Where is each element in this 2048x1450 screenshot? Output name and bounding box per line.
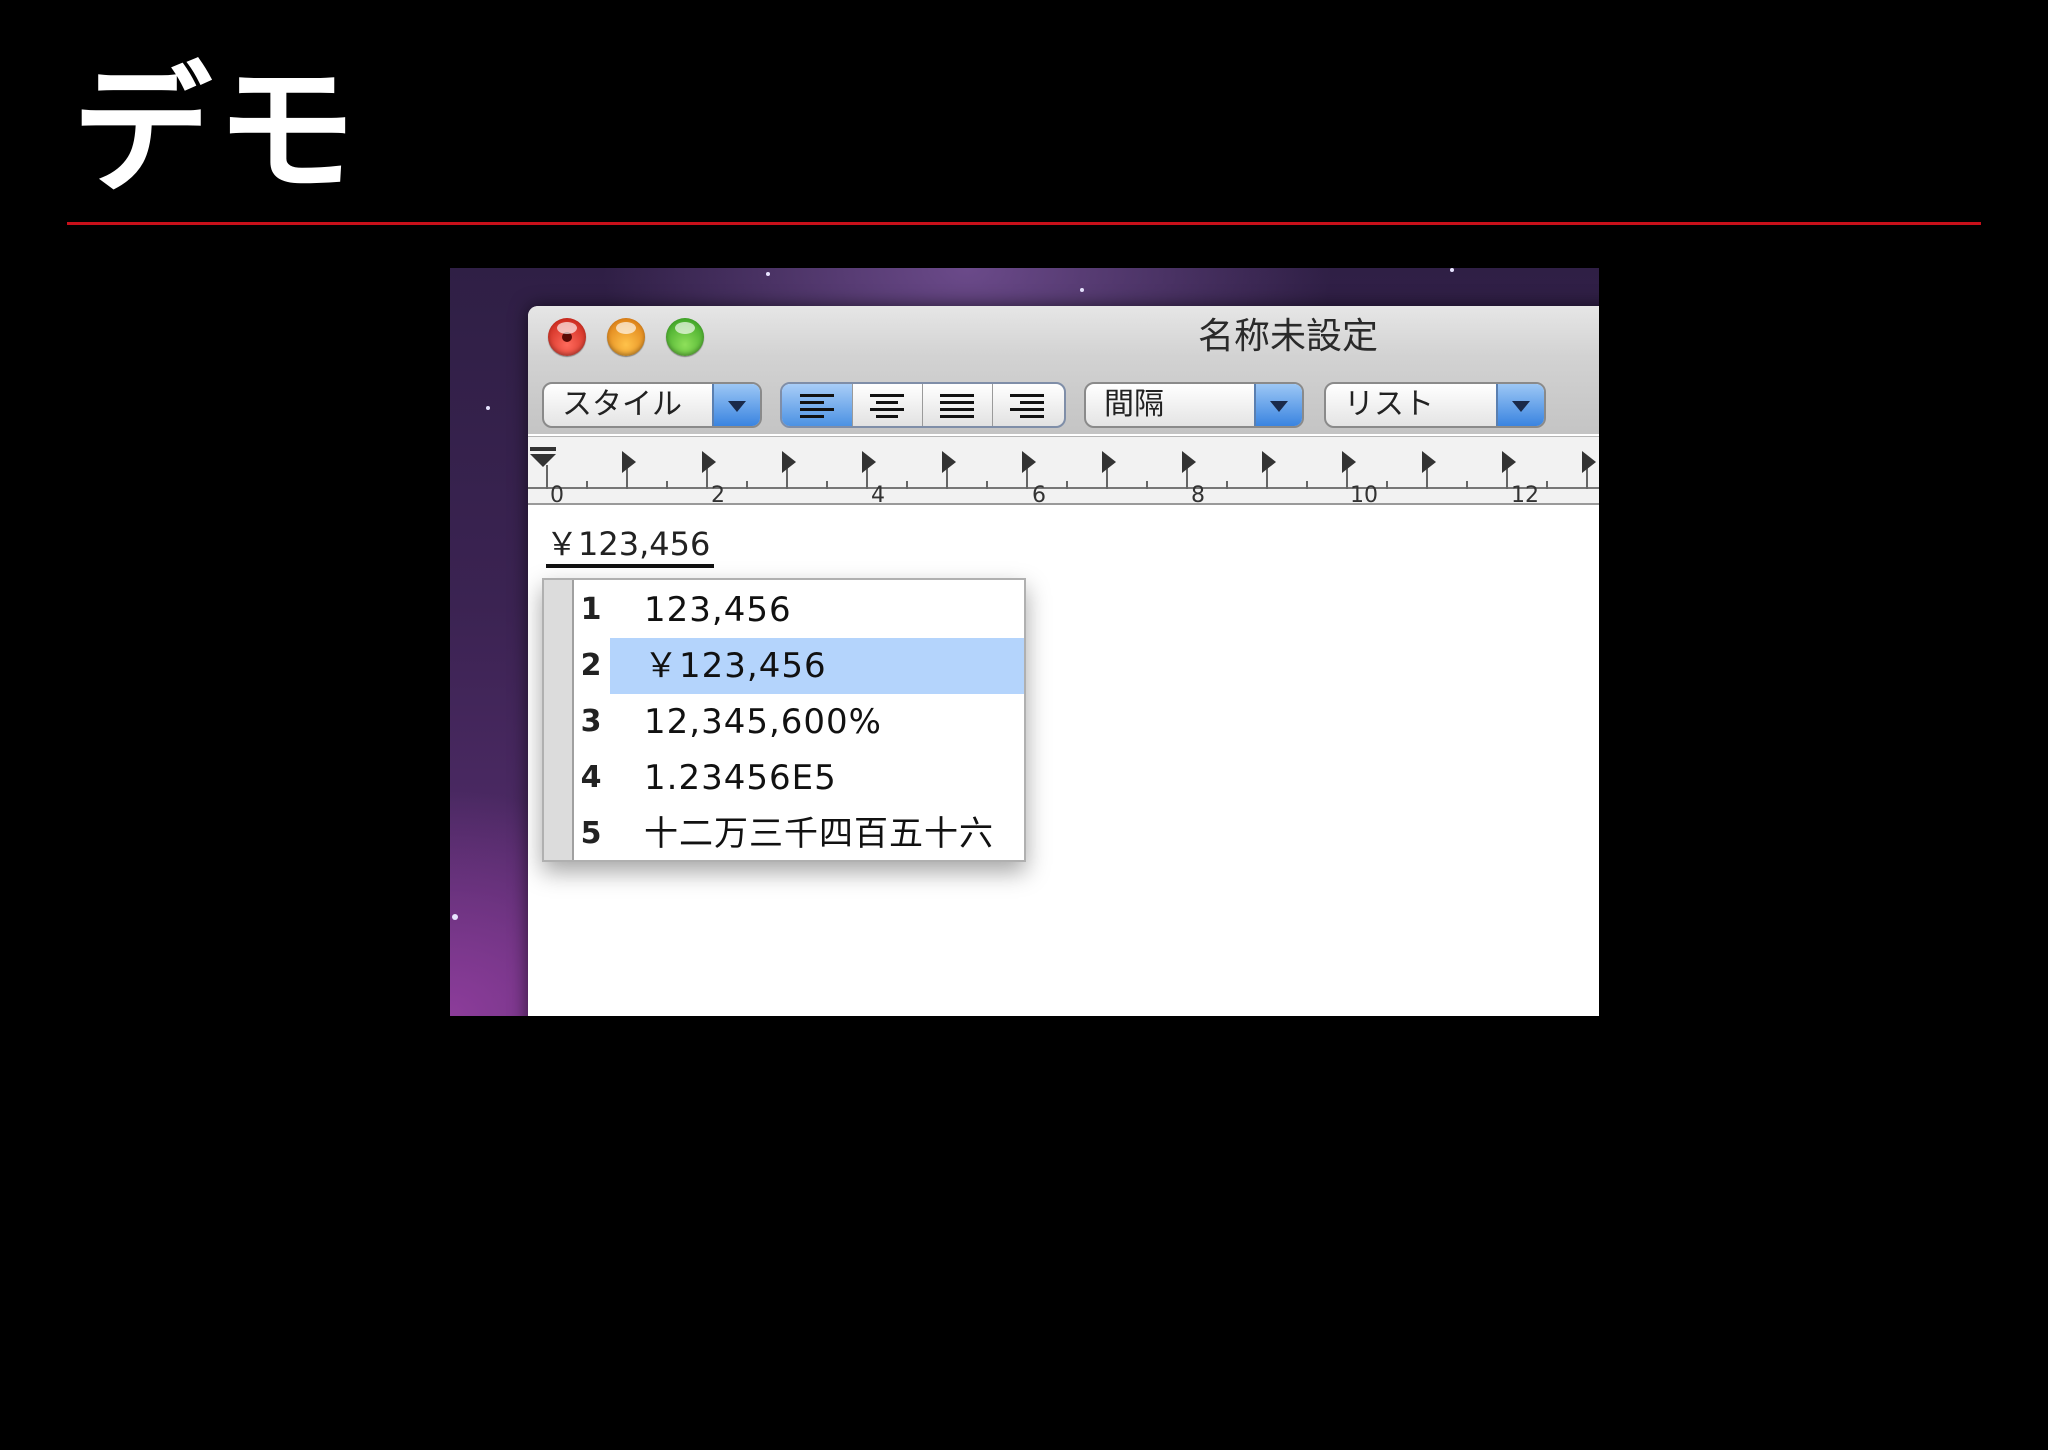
tab-stop-icon[interactable] — [862, 451, 876, 473]
align-center-button[interactable] — [852, 384, 923, 426]
ruler-label: 2 — [711, 483, 725, 508]
style-dropdown-label: スタイル — [562, 387, 682, 422]
spacing-dropdown-label: 間隔 — [1104, 387, 1164, 422]
candidate-number: 2 — [580, 648, 602, 683]
ruler-tick — [826, 481, 828, 489]
tab-stop-icon[interactable] — [622, 451, 636, 473]
ruler-label: 4 — [871, 483, 885, 508]
window-titlebar-toolbar: 名称未設定 スタイル 間隔 リスト — [528, 306, 1599, 434]
chevron-down-icon — [712, 384, 760, 426]
candidate-text: 12,345,600% — [644, 702, 882, 742]
ruler[interactable]: 0 2 4 6 8 10 12 — [528, 436, 1599, 508]
ruler-tick — [1306, 481, 1308, 489]
candidate-row[interactable]: 5 十二万三千四百五十六 — [574, 806, 1024, 862]
ruler-tick — [546, 465, 548, 489]
tab-stop-icon[interactable] — [1102, 451, 1116, 473]
list-dropdown-label: リスト — [1344, 387, 1434, 422]
title-divider — [67, 222, 1981, 225]
star-decoration — [1450, 268, 1454, 272]
ruler-tick — [1546, 481, 1548, 489]
ruler-label: 0 — [550, 483, 564, 508]
spacing-dropdown[interactable]: 間隔 — [1084, 382, 1304, 428]
text-edit-window: 名称未設定 スタイル 間隔 リスト 0 2 4 6 8 10 12 ￥123,4… — [528, 306, 1599, 1016]
star-decoration — [486, 406, 490, 410]
star-decoration — [452, 914, 458, 920]
ruler-tick — [1466, 481, 1468, 489]
ruler-tick — [586, 481, 588, 489]
list-dropdown[interactable]: リスト — [1324, 382, 1546, 428]
star-decoration — [1080, 288, 1084, 292]
ruler-tick — [1146, 481, 1148, 489]
candidate-number: 4 — [580, 760, 602, 795]
align-left-button[interactable] — [782, 384, 853, 426]
style-dropdown[interactable]: スタイル — [542, 382, 762, 428]
ruler-label: 6 — [1032, 483, 1046, 508]
ruler-label: 8 — [1191, 483, 1205, 508]
minimize-button-icon[interactable] — [607, 318, 645, 356]
star-decoration — [766, 272, 770, 276]
align-justify-icon — [940, 394, 974, 418]
candidate-text: 1.23456E5 — [644, 758, 837, 798]
ruler-tick — [1226, 481, 1228, 489]
tab-stop-icon[interactable] — [782, 451, 796, 473]
ruler-tick — [1386, 481, 1388, 489]
chevron-down-icon — [1254, 384, 1302, 426]
tab-stop-icon[interactable] — [1342, 451, 1356, 473]
document-text[interactable]: ￥123,456 — [546, 524, 715, 568]
align-justify-button[interactable] — [922, 384, 993, 426]
candidate-row[interactable]: 4 1.23456E5 — [574, 750, 1024, 806]
candidate-row-selected[interactable]: 2 ￥123,456 — [574, 638, 1024, 694]
candidate-row[interactable]: 1 123,456 — [574, 582, 1024, 638]
tab-stop-icon[interactable] — [702, 451, 716, 473]
tab-stop-icon[interactable] — [1182, 451, 1196, 473]
ruler-tick — [1066, 481, 1068, 489]
indent-marker-icon[interactable] — [530, 447, 556, 467]
chevron-down-icon — [1496, 384, 1544, 426]
candidate-text: ￥123,456 — [644, 646, 827, 686]
slide-title: デモ — [72, 50, 361, 213]
candidate-number: 1 — [580, 592, 602, 627]
candidate-text: 十二万三千四百五十六 — [644, 814, 994, 854]
zoom-button-icon[interactable] — [666, 318, 704, 356]
demo-screenshot: 名称未設定 スタイル 間隔 リスト 0 2 4 6 8 10 12 ￥123,4… — [450, 268, 1599, 1016]
candidate-number: 5 — [580, 816, 602, 851]
tab-stop-icon[interactable] — [1022, 451, 1036, 473]
tab-stop-icon[interactable] — [1262, 451, 1276, 473]
tab-stop-icon[interactable] — [1502, 451, 1516, 473]
ruler-label: 12 — [1511, 483, 1539, 508]
ruler-tick — [746, 481, 748, 489]
candidate-row[interactable]: 3 12,345,600% — [574, 694, 1024, 750]
align-center-icon — [870, 394, 904, 418]
ruler-tick — [666, 481, 668, 489]
ruler-tick — [906, 481, 908, 489]
ruler-label: 10 — [1350, 483, 1378, 508]
window-title: 名称未設定 — [1197, 316, 1378, 357]
tab-stop-icon[interactable] — [1422, 451, 1436, 473]
conversion-candidate-list: 1 123,456 2 ￥123,456 3 12,345,600% 4 1.2… — [542, 578, 1026, 862]
tab-stop-icon[interactable] — [942, 451, 956, 473]
alignment-segmented-control — [780, 382, 1066, 428]
align-left-icon — [800, 394, 834, 418]
candidate-text: 123,456 — [644, 590, 792, 630]
align-right-icon — [1010, 394, 1044, 418]
candidate-number: 3 — [580, 704, 602, 739]
tab-stop-icon[interactable] — [1582, 451, 1596, 473]
align-right-button[interactable] — [992, 384, 1062, 426]
ruler-tick — [986, 481, 988, 489]
close-button-icon[interactable] — [548, 318, 586, 356]
